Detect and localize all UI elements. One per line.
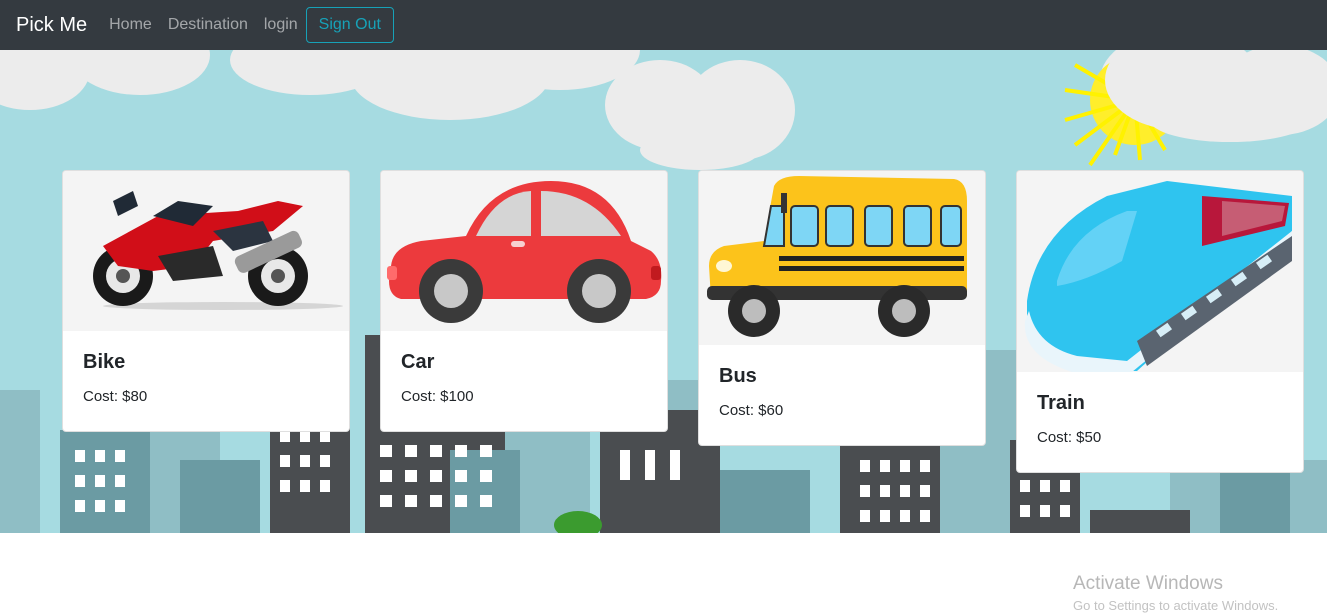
card-cost: Cost: $100: [401, 388, 474, 405]
nav-link-destination[interactable]: Destination: [168, 16, 248, 34]
card-title: Bike: [83, 351, 126, 373]
card-title: Train: [1037, 392, 1085, 414]
card-cost: Cost: $80: [83, 388, 148, 405]
nav-link-login[interactable]: login: [264, 16, 298, 34]
card-body-bus: Bus Cost: $60: [699, 345, 985, 439]
brand-link[interactable]: Pick Me: [16, 14, 87, 37]
card-image-car: [381, 171, 667, 331]
activate-windows-title: Activate Windows: [1073, 573, 1223, 594]
car-icon: [387, 181, 662, 323]
card-body-bike: Bike Cost: $80: [63, 331, 349, 425]
navbar: Pick Me Home Destination login Sign Out: [0, 0, 1327, 50]
bullet-train-icon: [1024, 181, 1292, 372]
card-cost: Cost: $50: [1037, 429, 1102, 446]
card-body-car: Car Cost: $100: [381, 331, 667, 425]
school-bus-icon: [707, 176, 967, 337]
vehicle-card-car[interactable]: Car Cost: $100: [380, 170, 668, 432]
motorcycle-icon: [93, 191, 343, 310]
card-image-train: [1017, 171, 1303, 372]
nav-link-home[interactable]: Home: [109, 16, 152, 34]
sign-out-button[interactable]: Sign Out: [305, 7, 394, 43]
card-body-train: Train Cost: $50: [1017, 372, 1303, 466]
vehicle-card-bike[interactable]: Bike Cost: $80: [62, 170, 350, 432]
vehicle-card-train[interactable]: Train Cost: $50: [1016, 170, 1304, 473]
card-image-bus: [699, 171, 985, 345]
card-title: Bus: [719, 365, 757, 387]
card-image-bike: [63, 171, 349, 331]
card-title: Car: [401, 351, 435, 373]
card-cost: Cost: $60: [719, 402, 784, 419]
vehicle-card-bus[interactable]: Bus Cost: $60: [698, 170, 986, 446]
